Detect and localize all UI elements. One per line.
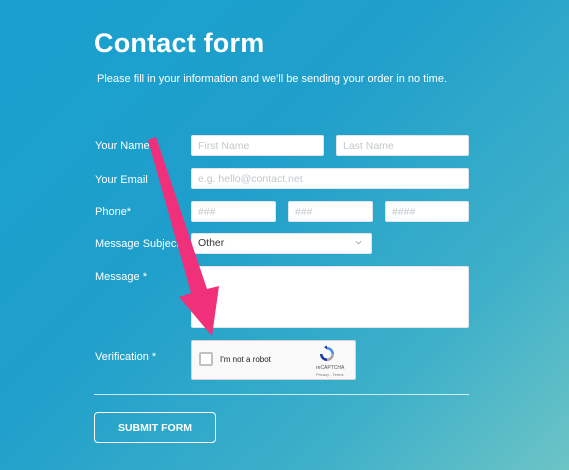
phone-line-input[interactable] (385, 201, 469, 222)
email-label: Your Email (95, 174, 148, 186)
recaptcha-brand: reCAPTCHA (316, 365, 345, 371)
form-divider (94, 394, 469, 395)
chevron-down-icon (355, 240, 362, 245)
subject-label: Message Subject * (95, 238, 187, 250)
recaptcha-widget: I'm not a robot reCAPTCHA Privacy - Term… (191, 340, 356, 380)
recaptcha-logo-icon (320, 345, 334, 361)
phone-area-input[interactable] (191, 201, 276, 222)
submit-button[interactable]: SUBMIT FORM (94, 412, 216, 443)
phone-label: Phone* (95, 206, 132, 218)
page-subtitle: Please fill in your information and we'l… (97, 73, 448, 85)
recaptcha-checkbox[interactable] (199, 352, 213, 366)
first-name-input[interactable] (191, 135, 324, 156)
message-textarea[interactable] (191, 266, 469, 328)
last-name-input[interactable] (336, 135, 469, 156)
page-title: Contact form (94, 28, 265, 58)
message-label: Message * (95, 271, 147, 283)
verification-label: Verification * (95, 351, 157, 363)
phone-prefix-input[interactable] (288, 201, 373, 222)
name-label: Your Name (95, 140, 150, 152)
subject-select[interactable]: Other (191, 233, 372, 254)
recaptcha-terms[interactable]: Privacy - Terms (316, 372, 343, 377)
email-input[interactable] (191, 168, 469, 189)
subject-selected-value: Other (198, 237, 225, 249)
recaptcha-text: I'm not a robot (220, 355, 271, 364)
